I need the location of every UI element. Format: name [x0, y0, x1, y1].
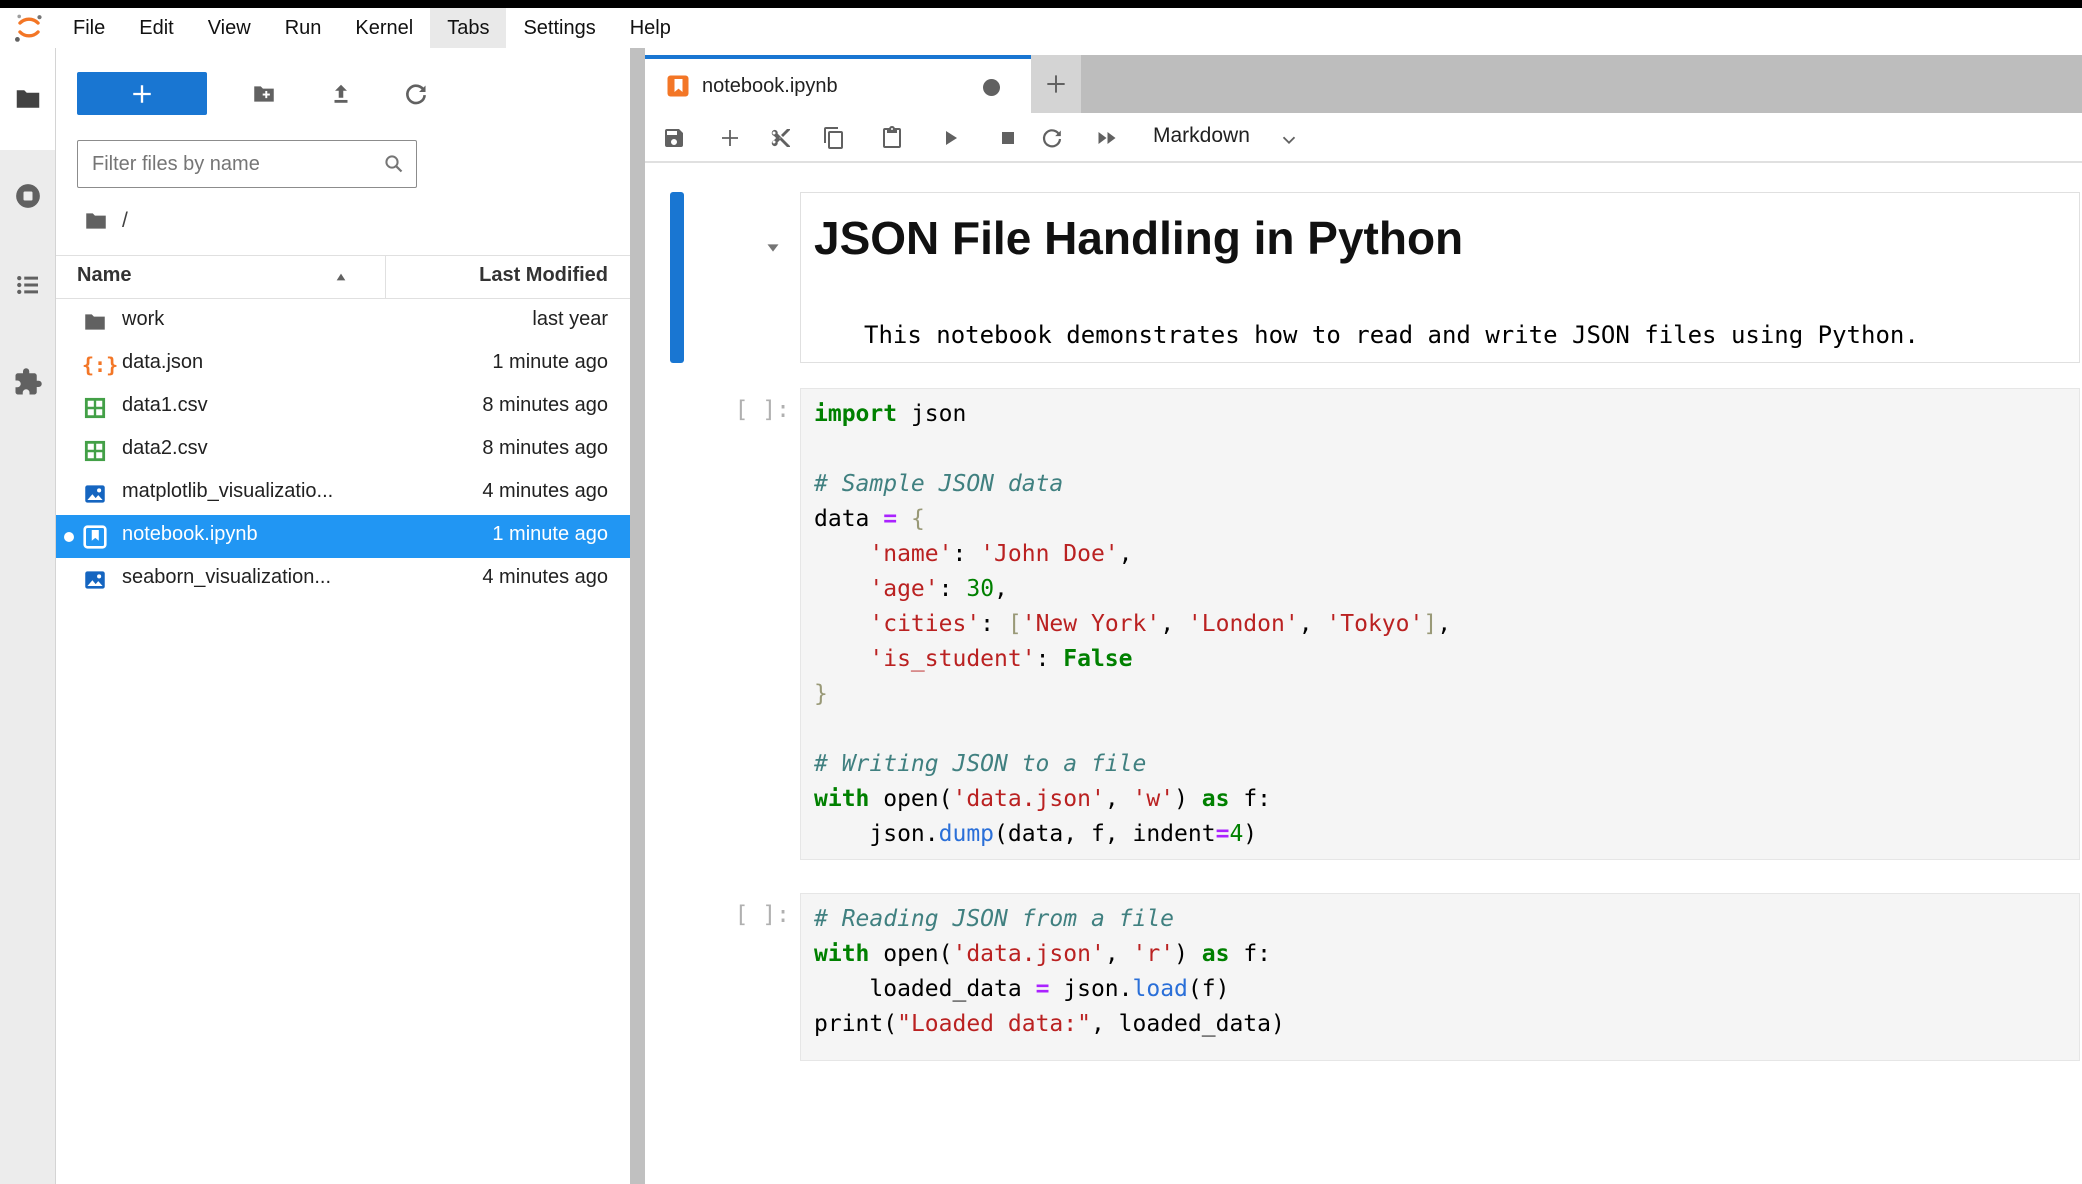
file-list: work last year {:} data.json 1 minute ago dat…	[56, 300, 630, 601]
menu-bar: FileEditViewRunKernelTabsSettingsHelp	[0, 8, 2082, 49]
restart-kernel-icon[interactable]	[1040, 126, 1064, 150]
file-name: matplotlib_visualizatio...	[122, 480, 333, 503]
file-row[interactable]: data2.csv 8 minutes ago	[56, 429, 630, 472]
run-cell-icon[interactable]	[938, 126, 962, 150]
code-editor[interactable]: # Reading JSON from a filewith open('dat…	[800, 893, 2080, 1061]
copy-cells-icon[interactable]	[822, 126, 846, 150]
table-of-contents-icon[interactable]	[13, 270, 43, 300]
cell-prompt: [ ]:	[645, 902, 790, 928]
stop-kernel-icon[interactable]	[996, 126, 1020, 150]
file-last-modified: 4 minutes ago	[482, 480, 608, 503]
menu-item-file[interactable]: File	[56, 8, 122, 48]
file-last-modified: 4 minutes ago	[482, 566, 608, 589]
unsaved-changes-dot[interactable]	[983, 79, 1000, 96]
csv-file-icon	[82, 395, 108, 421]
extensions-icon[interactable]	[13, 367, 43, 397]
column-header-last-modified[interactable]: Last Modified	[479, 264, 608, 287]
restart-run-all-icon[interactable]	[1095, 126, 1119, 150]
file-open-dot	[64, 532, 74, 542]
folder-file-icon	[82, 309, 108, 335]
activity-bar	[0, 48, 56, 1184]
chevron-down-icon[interactable]	[1278, 129, 1300, 151]
new-tab-button[interactable]	[1031, 55, 1081, 113]
file-last-modified: 8 minutes ago	[482, 394, 608, 417]
cell-type-dropdown[interactable]: Markdown	[1153, 124, 1250, 148]
file-row[interactable]: work last year	[56, 300, 630, 343]
image-file-icon	[82, 481, 108, 507]
csv-file-icon	[82, 438, 108, 464]
upload-icon[interactable]	[328, 81, 354, 107]
code-editor[interactable]: import json # Sample JSON datadata = { '…	[800, 388, 2080, 860]
filter-files-box	[77, 140, 417, 188]
file-name: data.json	[122, 351, 203, 374]
notebook-file-icon	[82, 524, 108, 550]
file-last-modified: 1 minute ago	[492, 351, 608, 374]
new-launcher-button[interactable]	[77, 72, 207, 115]
menu-item-tabs[interactable]: Tabs	[430, 8, 506, 48]
tab-notebook[interactable]: notebook.ipynb	[645, 55, 1031, 113]
notebook-toolbar: Markdown	[645, 113, 2082, 163]
column-divider	[385, 256, 386, 298]
menu-item-kernel[interactable]: Kernel	[338, 8, 430, 48]
cell-prompt: [ ]:	[645, 397, 790, 423]
file-browser-panel: / Name Last Modified work last year {:} dat…	[56, 48, 630, 1184]
image-file-icon	[82, 567, 108, 593]
cell-collapser-icon[interactable]	[762, 237, 784, 259]
running-kernels-icon[interactable]	[13, 181, 43, 211]
notebook-content: JSON File Handling in Python This notebo…	[645, 165, 2082, 1184]
cut-cells-icon[interactable]	[768, 126, 792, 150]
file-list-header: Name Last Modified	[56, 255, 630, 299]
menu-item-help[interactable]: Help	[613, 8, 688, 48]
refresh-file-list-icon[interactable]	[403, 81, 429, 107]
file-last-modified: 1 minute ago	[492, 523, 608, 546]
file-last-modified: 8 minutes ago	[482, 437, 608, 460]
jupyter-logo-icon	[12, 11, 46, 45]
home-folder-icon[interactable]	[83, 208, 109, 234]
notebook-file-icon	[666, 74, 690, 98]
menu-item-view[interactable]: View	[191, 8, 268, 48]
markdown-body: This notebook demonstrates how to read a…	[864, 321, 1919, 349]
breadcrumb[interactable]: /	[83, 206, 128, 236]
sort-ascending-icon[interactable]	[333, 269, 349, 285]
save-icon[interactable]	[662, 126, 686, 150]
dock-tab-bar: notebook.ipynb	[645, 55, 2082, 113]
add-cell-icon[interactable]	[718, 126, 742, 150]
file-name: work	[122, 308, 164, 331]
menu-item-run[interactable]: Run	[268, 8, 339, 48]
file-name: seaborn_visualization...	[122, 566, 331, 589]
file-row[interactable]: seaborn_visualization... 4 minutes ago	[56, 558, 630, 601]
filter-files-input[interactable]	[90, 145, 374, 183]
tab-title: notebook.ipynb	[702, 75, 838, 98]
new-folder-icon[interactable]	[251, 81, 277, 107]
markdown-cell[interactable]: JSON File Handling in Python This notebo…	[800, 192, 2080, 363]
file-row[interactable]: matplotlib_visualizatio... 4 minutes ago	[56, 472, 630, 515]
main-dock-panel: notebook.ipynb	[645, 48, 2082, 1184]
search-icon	[382, 152, 406, 176]
file-name: data1.csv	[122, 394, 208, 417]
file-name: notebook.ipynb	[122, 523, 258, 546]
menu-item-edit[interactable]: Edit	[122, 8, 190, 48]
menu-items: FileEditViewRunKernelTabsSettingsHelp	[56, 8, 688, 48]
file-last-modified: last year	[532, 308, 608, 331]
column-header-name[interactable]: Name	[77, 264, 131, 287]
file-row[interactable]: data1.csv 8 minutes ago	[56, 386, 630, 429]
paste-cells-icon[interactable]	[880, 126, 904, 150]
file-name: data2.csv	[122, 437, 208, 460]
breadcrumb-root[interactable]: /	[122, 209, 128, 233]
selected-cell-indicator-bar[interactable]	[670, 192, 684, 363]
jupyterlab-window: FileEditViewRunKernelTabsSettingsHelp	[0, 0, 2082, 1184]
menu-item-settings[interactable]: Settings	[506, 8, 612, 48]
markdown-heading: JSON File Handling in Python	[814, 211, 1463, 265]
file-browser-icon[interactable]	[13, 84, 43, 114]
panel-split-divider[interactable]	[630, 48, 645, 1184]
file-row[interactable]: {:} data.json 1 minute ago	[56, 343, 630, 386]
window-top-strip	[0, 0, 2082, 8]
file-row[interactable]: notebook.ipynb 1 minute ago	[56, 515, 630, 558]
json-file-icon: {:}	[82, 352, 108, 378]
